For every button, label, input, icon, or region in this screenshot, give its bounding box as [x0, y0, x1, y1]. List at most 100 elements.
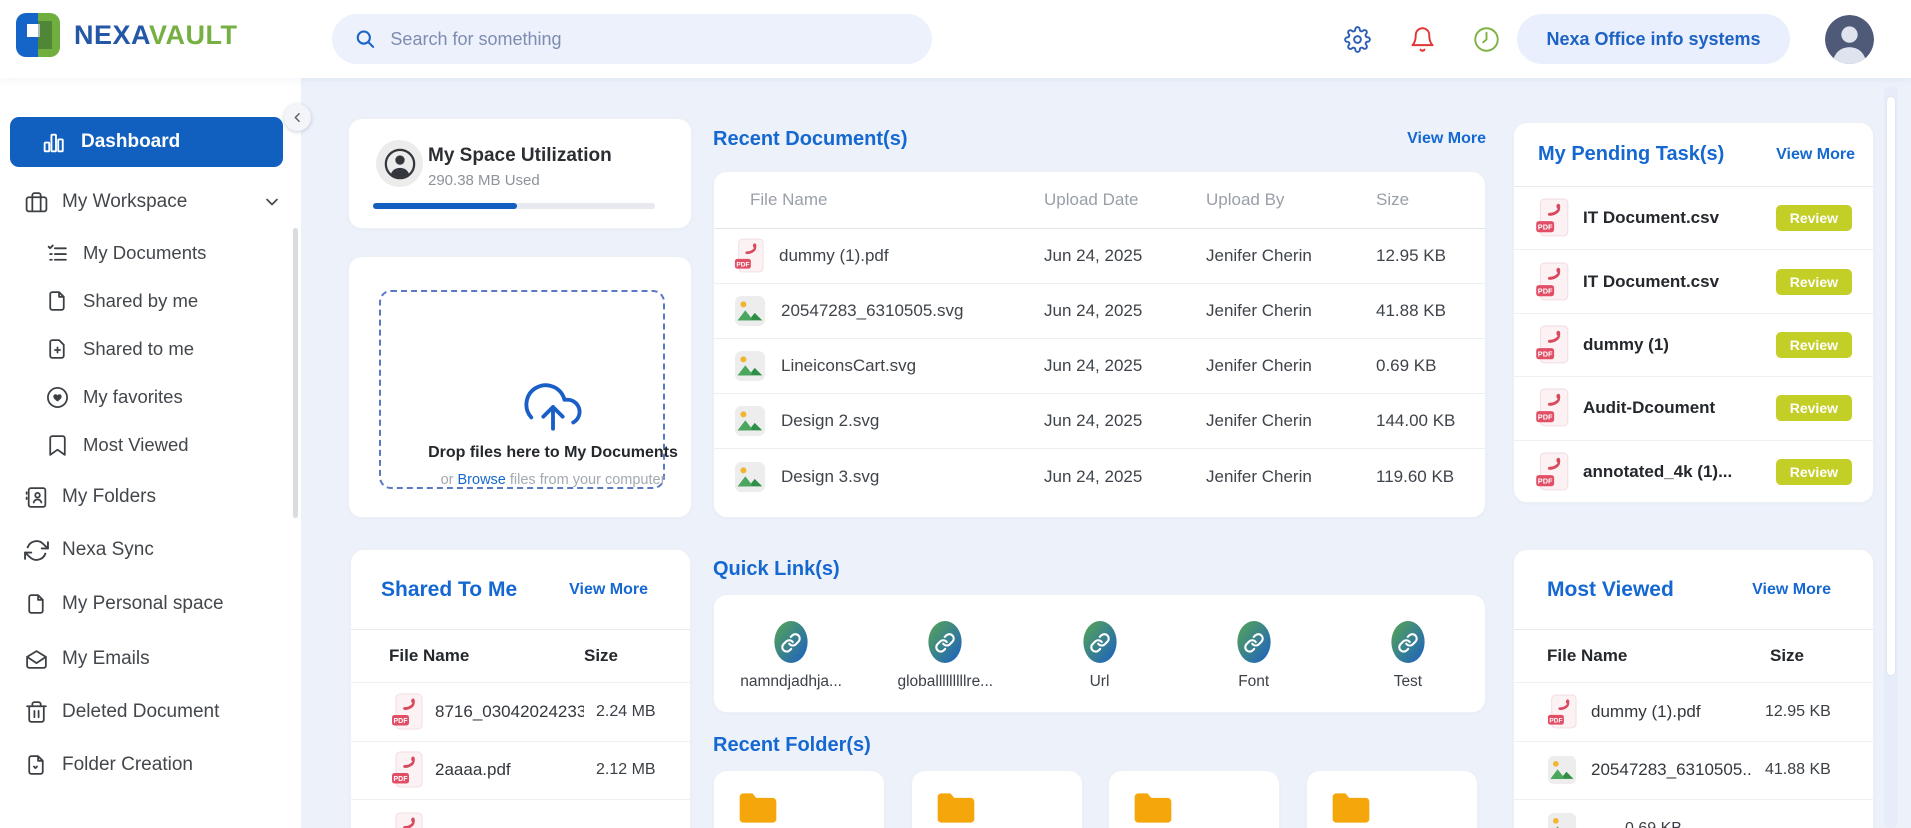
file-name: 20547283_6310505.svg: [781, 301, 964, 320]
sidebar-item-folder-creation[interactable]: Folder Creation: [0, 741, 302, 789]
quick-link-item[interactable]: namndjadhja...: [714, 595, 868, 712]
sidebar-item-nexa-sync[interactable]: Nexa Sync: [0, 526, 302, 574]
pdf-icon: PDF: [392, 751, 423, 788]
pending-tasks-view-more[interactable]: View More: [1776, 146, 1855, 164]
svg-text:PDF: PDF: [1538, 223, 1553, 232]
sidebar-item-dashboard[interactable]: Dashboard: [10, 117, 283, 167]
search-input[interactable]: [390, 28, 910, 50]
folder-card[interactable]: [1306, 770, 1478, 828]
svg-text:PDF: PDF: [1538, 350, 1553, 359]
sidebar-item-label: Dashboard: [81, 131, 181, 152]
sidebar-scrollbar-thumb[interactable]: [293, 228, 298, 518]
folder-icon: [937, 793, 975, 823]
trash-icon: [26, 700, 47, 723]
file-size: 12.95 KB: [1376, 246, 1446, 265]
app-logo[interactable]: NEXAVAULT: [16, 13, 238, 57]
image-icon: [734, 405, 766, 437]
table-row[interactable]: PDF dummy (1).pdf 12.95 KB: [1514, 683, 1873, 742]
file-size: 2.12 MB: [596, 761, 656, 779]
sidebar-item-my-personal-space[interactable]: My Personal space: [0, 580, 302, 628]
search-bar[interactable]: [332, 14, 932, 64]
table-row[interactable]: LineiconsCart.svg Jun 24, 2025 Jenifer C…: [714, 339, 1485, 394]
table-row[interactable]: PDF dummy (1).pdf Jun 24, 2025 Jenifer C…: [714, 229, 1485, 284]
table-row[interactable]: PDF 2aaaa.pdf 2.12 MB: [351, 742, 690, 800]
quick-link-item[interactable]: Test: [1331, 595, 1485, 712]
chevron-left-icon: [294, 113, 300, 122]
svg-text:PDF: PDF: [1538, 477, 1553, 486]
file-size: 0.69 KB: [1625, 820, 1682, 828]
review-button[interactable]: Review: [1775, 395, 1852, 422]
file-dropzone[interactable]: Drop files here to My Documents or Brows…: [379, 290, 678, 489]
sidebar-item-label: Folder Creation: [62, 754, 193, 775]
folder-icon: [739, 793, 777, 823]
sidebar-item-my-workspace[interactable]: My Workspace: [0, 178, 302, 226]
shared-to-me-view-more[interactable]: View More: [569, 581, 648, 599]
table-row[interactable]: PDF 8716_03042024233 2.24 MB: [351, 683, 690, 742]
bell-icon[interactable]: [1409, 26, 1436, 53]
user-circle-icon: [376, 140, 423, 187]
table-row[interactable]: 20547283_6310505.svg Jun 24, 2025 Jenife…: [714, 284, 1485, 339]
quick-link-label: Test: [1393, 672, 1423, 690]
pdf-icon: [395, 812, 423, 828]
quick-link-label: namndjadhja...: [740, 672, 842, 690]
table-row[interactable]: Design 2.svg Jun 24, 2025 Jenifer Cherin…: [714, 394, 1485, 449]
sidebar-item-my-favorites[interactable]: My favorites: [0, 373, 302, 421]
pdf-icon: PDF: [1536, 452, 1569, 491]
shared-to-me-title: Shared To Me: [381, 577, 518, 601]
file-size: 119.60 KB: [1376, 466, 1455, 486]
sidebar-item-shared-to-me[interactable]: Shared to me: [0, 325, 302, 373]
table-row[interactable]: 20547283_6310505... 41.88 KB: [1514, 742, 1873, 800]
sidebar-item-most-viewed[interactable]: Most Viewed: [0, 421, 302, 469]
browse-link[interactable]: Browse: [458, 472, 506, 488]
settings-icon[interactable]: [1344, 26, 1371, 53]
page-scrollbar-thumb[interactable]: [1886, 96, 1896, 676]
sidebar-item-my-emails[interactable]: My Emails: [0, 635, 302, 683]
space-utilization-title: My Space Utilization: [428, 145, 612, 166]
upload-date: Jun 24, 2025: [1044, 301, 1143, 320]
most-viewed-view-more[interactable]: View More: [1752, 581, 1831, 599]
sidebar-item-label: My favorites: [83, 386, 183, 407]
folder-card[interactable]: [713, 770, 885, 828]
sidebar-item-deleted-document[interactable]: Deleted Document: [0, 688, 302, 736]
upload-date: Jun 24, 2025: [1044, 356, 1143, 375]
top-header: NEXAVAULT Nexa Office info systems: [0, 0, 1911, 78]
upload-by: Jenifer Cherin: [1206, 356, 1312, 375]
review-button[interactable]: Review: [1775, 205, 1852, 232]
file-name: dummy (1).pdf: [1591, 701, 1701, 721]
folder-card[interactable]: [1108, 770, 1280, 828]
task-row: PDF annotated_4k (1)... Review: [1514, 441, 1873, 504]
sidebar-item-my-folders[interactable]: My Folders: [0, 473, 302, 521]
chevron-down-icon: [266, 198, 278, 206]
review-button[interactable]: Review: [1775, 459, 1852, 486]
sidebar-collapse-button[interactable]: [284, 104, 311, 131]
nexavault-dashboard: NEXAVAULT Nexa Office info systems: [0, 0, 1911, 828]
upload-by: Jenifer Cherin: [1206, 411, 1312, 430]
svg-text:PDF: PDF: [1538, 286, 1553, 295]
svg-text:PDF: PDF: [1549, 717, 1562, 724]
image-icon: [1547, 756, 1577, 785]
review-button[interactable]: Review: [1775, 331, 1852, 358]
most-viewed-card: Most Viewed View More File Name Size PDF…: [1513, 549, 1874, 828]
sidebar-item-label: My Personal space: [62, 593, 224, 614]
sidebar-item-label: My Folders: [62, 486, 156, 507]
file-size: 41.88 KB: [1376, 301, 1446, 320]
sidebar-item-my-documents[interactable]: My Documents: [0, 229, 302, 277]
task-row: PDF Audit-Dcoument Review: [1514, 377, 1873, 441]
review-button[interactable]: Review: [1775, 268, 1852, 295]
avatar[interactable]: [1825, 15, 1874, 64]
file-name: Design 2.svg: [781, 411, 880, 430]
clock-icon[interactable]: [1473, 26, 1500, 53]
folder-card[interactable]: [911, 770, 1083, 828]
most-viewed-table-header: File Name Size: [1514, 630, 1873, 683]
table-row[interactable]: Design 3.svg Jun 24, 2025 Jenifer Cherin…: [714, 449, 1485, 504]
quick-link-item[interactable]: globalllllllllre...: [868, 595, 1022, 712]
recent-documents-view-more[interactable]: View More: [1380, 130, 1486, 148]
file-icon: [28, 593, 44, 614]
quick-link-item[interactable]: Url: [1022, 595, 1176, 712]
sidebar-item-shared-by-me[interactable]: Shared by me: [0, 277, 302, 325]
file-name: 20547283_6310505...: [1591, 760, 1751, 780]
pdf-icon: PDF: [1536, 198, 1569, 237]
org-name-pill[interactable]: Nexa Office info systems: [1517, 14, 1790, 64]
svg-text:PDF: PDF: [736, 261, 749, 268]
quick-link-item[interactable]: Font: [1177, 595, 1331, 712]
